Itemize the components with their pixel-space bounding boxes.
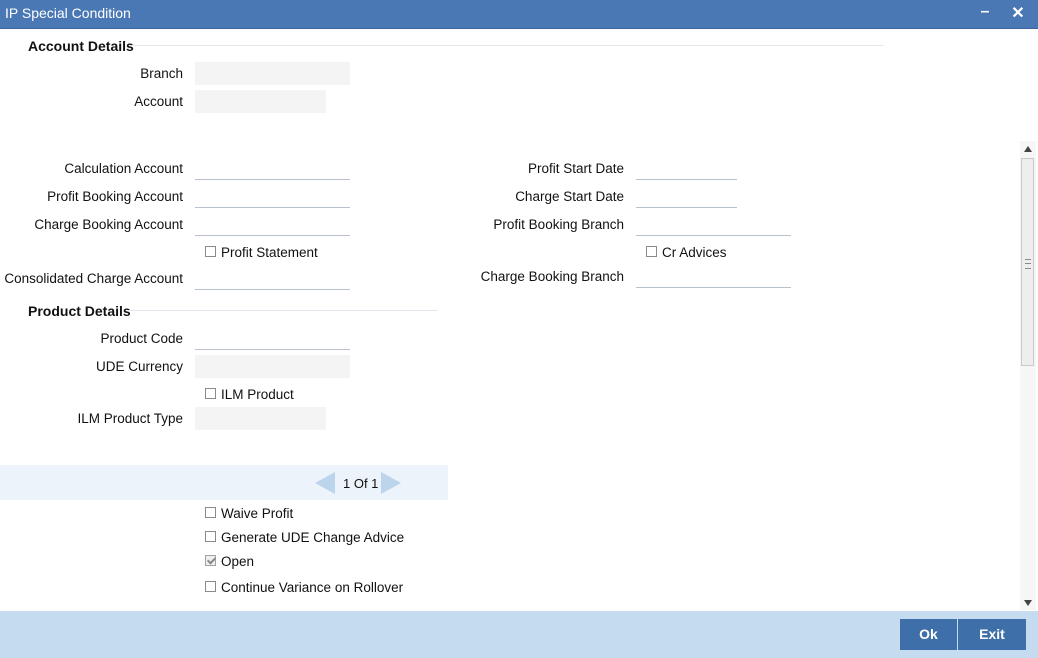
exit-button[interactable]: Exit [958, 619, 1026, 650]
charge-booking-branch-field[interactable] [636, 265, 791, 288]
profit-booking-branch-label: Profit Booking Branch [493, 217, 624, 232]
open-checkbox[interactable] [205, 555, 216, 566]
continue-variance-label: Continue Variance on Rollover [221, 580, 404, 595]
cr-advices-label: Cr Advices [662, 245, 727, 260]
product-code-field[interactable] [195, 327, 350, 350]
charge-booking-account-label: Charge Booking Account [34, 217, 183, 232]
profit-booking-account-label: Profit Booking Account [47, 189, 183, 204]
cr-advices-checkbox[interactable] [646, 246, 657, 257]
next-page-icon[interactable] [381, 472, 401, 494]
calculation-account-field[interactable] [195, 157, 350, 180]
profit-start-date-field[interactable] [636, 157, 737, 180]
calculation-account-label: Calculation Account [64, 161, 183, 176]
footer-bar: Ok Exit [0, 611, 1038, 658]
grip-icon [1025, 259, 1031, 269]
charge-booking-branch-label: Charge Booking Branch [480, 269, 624, 284]
profit-booking-branch-field[interactable] [636, 213, 791, 236]
close-icon[interactable]: ✕ [1009, 3, 1027, 23]
ilm-product-checkbox[interactable] [205, 388, 216, 399]
continue-variance-checkbox[interactable] [205, 581, 216, 592]
consolidated-charge-account-field[interactable] [195, 267, 350, 290]
previous-page-icon[interactable] [315, 472, 335, 494]
charge-start-date-field[interactable] [636, 185, 737, 208]
profit-statement-checkbox[interactable] [205, 246, 216, 257]
ilm-product-type-label: ILM Product Type [77, 411, 183, 426]
charge-start-date-label: Charge Start Date [515, 189, 624, 204]
branch-field[interactable] [195, 62, 350, 85]
ilm-product-type-field[interactable] [195, 407, 326, 430]
open-label: Open [221, 554, 255, 569]
account-field[interactable] [195, 90, 326, 113]
ok-button[interactable]: Ok [900, 619, 957, 650]
pagination-bar: 1 Of 1 [0, 465, 448, 500]
account-details-heading: Account Details [28, 38, 134, 54]
scrollbar-thumb[interactable] [1021, 158, 1034, 366]
ude-currency-field[interactable] [195, 355, 350, 378]
window-title: IP Special Condition [5, 5, 131, 21]
charge-booking-account-field[interactable] [195, 213, 350, 236]
vertical-scrollbar[interactable] [1020, 141, 1036, 610]
ilm-product-label: ILM Product [221, 387, 294, 402]
profit-booking-account-field[interactable] [195, 185, 350, 208]
branch-label: Branch [140, 66, 183, 81]
profit-start-date-label: Profit Start Date [527, 161, 624, 176]
account-details-divider [130, 45, 884, 46]
window-titlebar: IP Special Condition – ✕ [0, 0, 1038, 29]
generate-ude-change-advice-label: Generate UDE Change Advice [221, 530, 405, 545]
product-details-heading: Product Details [28, 303, 131, 319]
scroll-up-icon[interactable] [1024, 146, 1032, 152]
account-label: Account [134, 94, 183, 109]
product-details-divider [128, 310, 438, 311]
product-code-label: Product Code [100, 331, 183, 346]
waive-profit-checkbox[interactable] [205, 507, 216, 518]
generate-ude-change-advice-checkbox[interactable] [205, 531, 216, 542]
profit-statement-label: Profit Statement [221, 245, 318, 260]
scroll-down-icon[interactable] [1024, 600, 1032, 606]
minimize-icon[interactable]: – [976, 3, 994, 23]
consolidated-charge-account-label: Consolidated Charge Account [4, 271, 183, 286]
ude-currency-label: UDE Currency [95, 359, 183, 374]
waive-profit-label: Waive Profit [221, 506, 294, 521]
page-indicator: 1 Of 1 [343, 476, 379, 491]
